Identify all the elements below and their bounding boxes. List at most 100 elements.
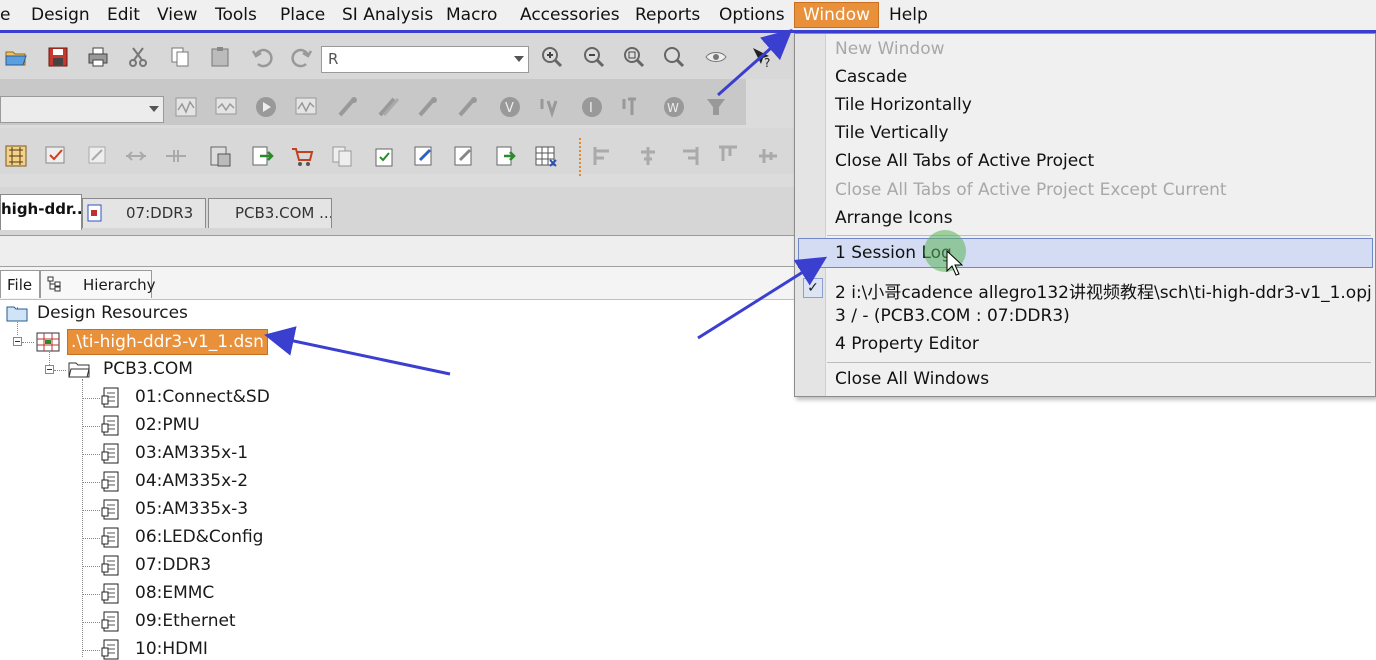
menu-options[interactable]: Options bbox=[719, 5, 785, 25]
bias-i-enable-icon[interactable] bbox=[620, 95, 644, 119]
table-icon[interactable] bbox=[534, 144, 558, 168]
menu-view[interactable]: View bbox=[157, 5, 197, 25]
tree-page-label: 02:PMU bbox=[135, 415, 200, 435]
align-middle-icon[interactable] bbox=[756, 144, 780, 168]
tree-connector bbox=[82, 379, 83, 657]
import-icon[interactable] bbox=[494, 144, 518, 168]
menu-reports[interactable]: Reports bbox=[635, 5, 700, 25]
chevron-down-icon[interactable] bbox=[514, 56, 524, 62]
bom-icon[interactable] bbox=[208, 144, 232, 168]
menu-design[interactable]: Design bbox=[31, 5, 90, 25]
cart-icon[interactable] bbox=[290, 144, 314, 168]
menu-item-cascade[interactable]: Cascade bbox=[835, 67, 907, 87]
probe-diff-icon[interactable] bbox=[376, 95, 400, 119]
tab-pcb3-com[interactable]: PCB3.COM ... bbox=[208, 198, 332, 228]
menu-item-recent-page[interactable]: 3 / - (PCB3.COM : 07:DDR3) bbox=[835, 306, 1070, 326]
align-center-icon[interactable] bbox=[636, 144, 660, 168]
menu-item-close-all-tabs[interactable]: Close All Tabs of Active Project bbox=[835, 151, 1094, 171]
search-combo[interactable]: R bbox=[321, 46, 529, 73]
tree-folder-label: PCB3.COM bbox=[103, 359, 193, 379]
collapse-icon[interactable] bbox=[13, 337, 22, 346]
menu-window[interactable]: Window bbox=[794, 2, 880, 28]
menu-item-tile-vertically[interactable]: Tile Vertically bbox=[835, 123, 949, 143]
sim-probe-icon[interactable] bbox=[214, 95, 238, 119]
pages-icon[interactable] bbox=[330, 144, 354, 168]
menu-item-close-all-windows[interactable]: Close All Windows bbox=[835, 369, 989, 389]
schematic-page-icon bbox=[101, 583, 119, 604]
part-combo[interactable] bbox=[0, 96, 164, 123]
menu-item-new-window[interactable]: New Window bbox=[835, 39, 945, 59]
annotate-icon[interactable] bbox=[86, 144, 110, 168]
menu-help[interactable]: Help bbox=[889, 5, 928, 25]
tree-connector bbox=[82, 622, 100, 623]
tab-file[interactable]: File bbox=[0, 270, 40, 298]
menu-item-arrange-icons[interactable]: Arrange Icons bbox=[835, 208, 953, 228]
align-left-icon[interactable] bbox=[592, 144, 616, 168]
bias-i-icon[interactable]: I bbox=[580, 95, 604, 119]
tree-connector bbox=[82, 510, 100, 511]
save-icon[interactable] bbox=[46, 45, 70, 69]
toolbar-separator bbox=[579, 138, 583, 176]
edit-property-icon[interactable] bbox=[452, 144, 476, 168]
eye-icon[interactable] bbox=[704, 45, 728, 69]
help-pointer-icon[interactable]: ? bbox=[750, 45, 774, 69]
menu-file[interactable]: e bbox=[0, 5, 10, 25]
tree-page-label: 06:LED&Config bbox=[135, 527, 264, 547]
menu-place[interactable]: Place bbox=[280, 5, 325, 25]
probe-voltage-icon[interactable] bbox=[336, 95, 360, 119]
netlist-icon[interactable] bbox=[4, 144, 28, 168]
svg-text:W: W bbox=[667, 101, 679, 115]
probe-power-icon[interactable] bbox=[456, 95, 480, 119]
mouse-pointer-icon bbox=[946, 250, 964, 276]
paste-icon[interactable] bbox=[208, 45, 232, 69]
bias-v-enable-icon[interactable] bbox=[538, 95, 562, 119]
drc-icon[interactable] bbox=[44, 144, 68, 168]
menu-item-property-editor[interactable]: 4 Property Editor bbox=[835, 334, 979, 354]
open-folder-icon[interactable] bbox=[4, 45, 28, 69]
zoom-in-icon[interactable] bbox=[540, 45, 564, 69]
tree-connector bbox=[22, 342, 34, 343]
undo-icon[interactable] bbox=[250, 45, 274, 69]
tab-schematic-page[interactable]: 07:DDR3 bbox=[82, 198, 206, 228]
tab-design[interactable]: high-ddr... bbox=[0, 194, 82, 230]
zoom-out-icon[interactable] bbox=[582, 45, 606, 69]
toolbar-row-1: R ? bbox=[0, 33, 794, 79]
schematic-page-icon bbox=[101, 415, 119, 436]
back-annotate-icon[interactable] bbox=[124, 144, 148, 168]
sim-wave-icon[interactable] bbox=[174, 95, 198, 119]
edit-doc-icon[interactable] bbox=[412, 144, 436, 168]
menu-tools[interactable]: Tools bbox=[215, 5, 257, 25]
svg-text:V: V bbox=[505, 101, 514, 116]
checklist-icon[interactable] bbox=[372, 144, 396, 168]
bias-w-icon[interactable]: W bbox=[662, 95, 686, 119]
print-icon[interactable] bbox=[86, 45, 110, 69]
export-icon[interactable] bbox=[250, 144, 274, 168]
menu-edit[interactable]: Edit bbox=[107, 5, 140, 25]
menu-si-analysis[interactable]: SI Analysis bbox=[342, 5, 433, 25]
menu-item-tile-horizontally[interactable]: Tile Horizontally bbox=[835, 95, 972, 115]
menu-macro[interactable]: Macro bbox=[446, 5, 497, 25]
run-icon[interactable] bbox=[254, 95, 278, 119]
tab-hierarchy[interactable]: Hierarchy bbox=[40, 270, 156, 298]
tabstrip-gap bbox=[0, 236, 794, 267]
menu-item-recent-project[interactable]: 2 i:\小哥cadence allegro132讲视频教程\sch\ti-hi… bbox=[835, 278, 1372, 303]
cross-ref-icon[interactable] bbox=[164, 144, 188, 168]
zoom-all-icon[interactable] bbox=[662, 45, 686, 69]
sim-results-icon[interactable] bbox=[294, 95, 318, 119]
bias-w-enable-icon[interactable] bbox=[704, 95, 728, 119]
align-right-icon[interactable] bbox=[676, 144, 700, 168]
align-top-icon[interactable] bbox=[716, 144, 740, 168]
redo-icon[interactable] bbox=[290, 45, 314, 69]
probe-current-icon[interactable] bbox=[416, 95, 440, 119]
chevron-down-icon[interactable] bbox=[149, 106, 159, 112]
bias-v-icon[interactable]: V bbox=[498, 95, 522, 119]
tree-connector bbox=[82, 482, 100, 483]
folder-icon bbox=[6, 306, 28, 322]
collapse-icon[interactable] bbox=[45, 365, 54, 374]
cut-icon[interactable] bbox=[126, 45, 150, 69]
zoom-area-icon[interactable] bbox=[622, 45, 646, 69]
copy-icon[interactable] bbox=[168, 45, 192, 69]
menu-item-close-all-except-current[interactable]: Close All Tabs of Active Project Except … bbox=[835, 180, 1227, 200]
tree-connector bbox=[82, 650, 100, 651]
menu-accessories[interactable]: Accessories bbox=[520, 5, 620, 25]
